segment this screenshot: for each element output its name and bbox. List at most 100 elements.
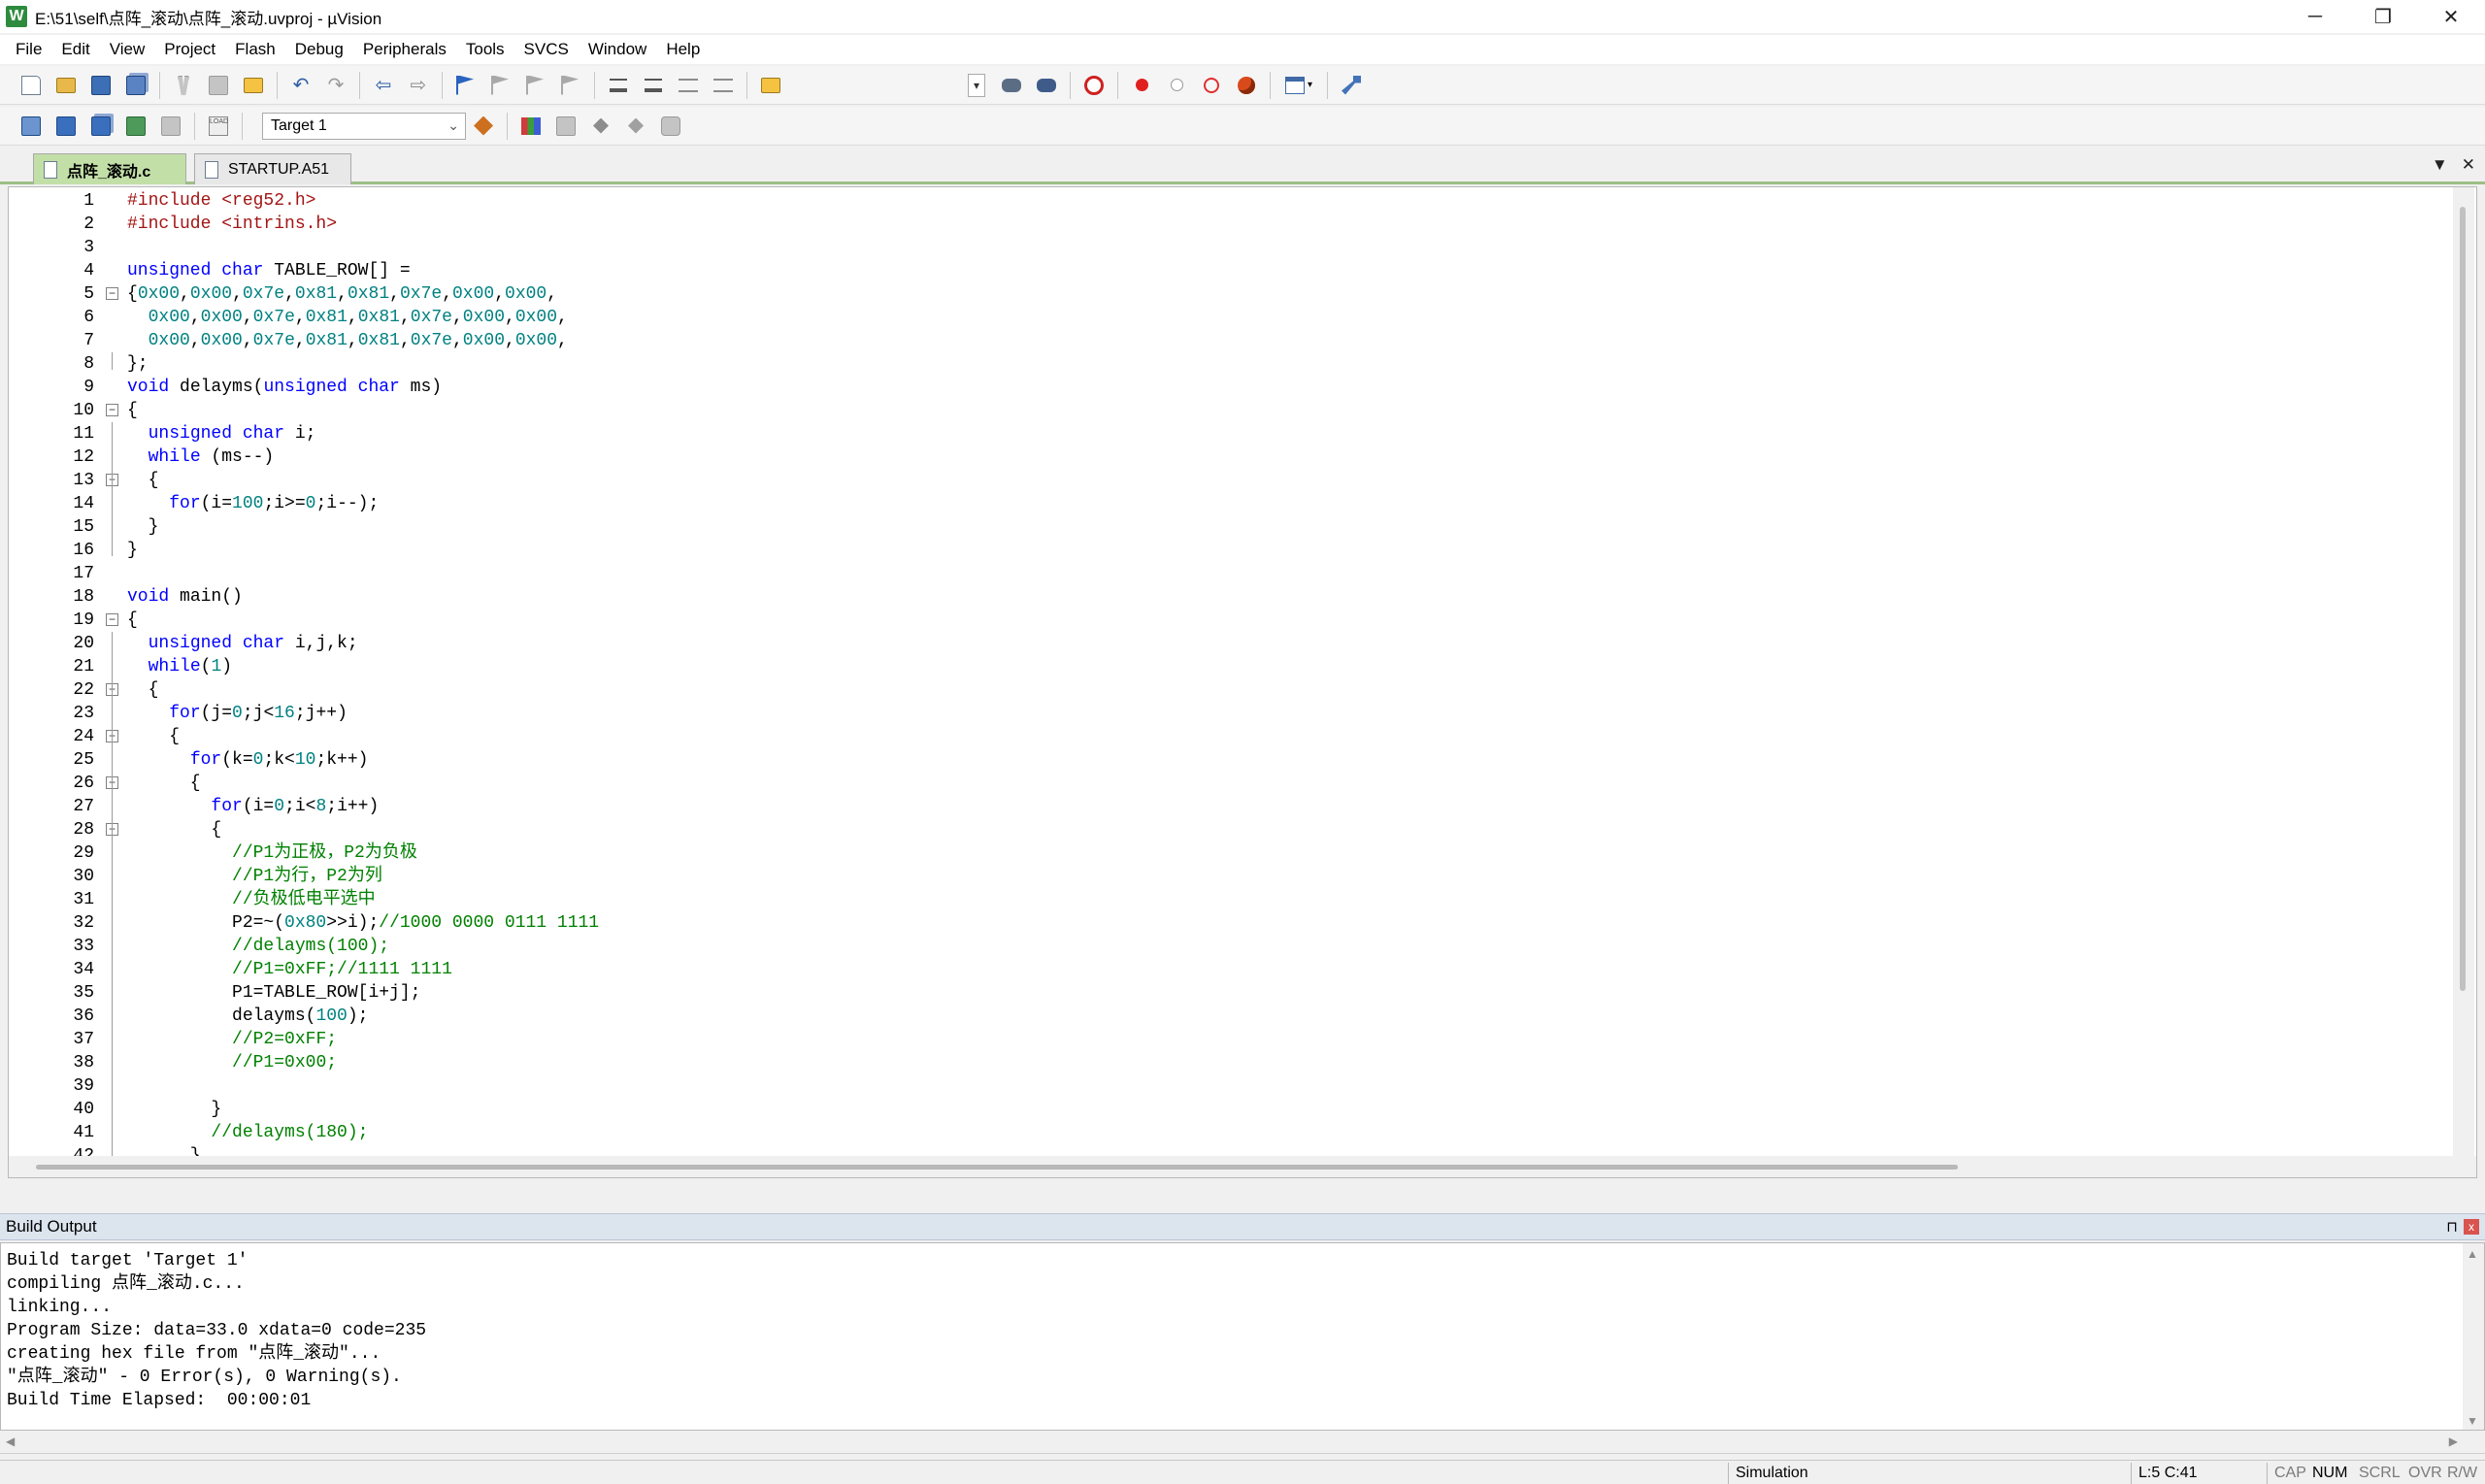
close-panel-icon[interactable]: x bbox=[2464, 1219, 2479, 1235]
minimize-button[interactable]: ─ bbox=[2281, 0, 2349, 33]
menu-view[interactable]: View bbox=[100, 35, 155, 64]
bookmark-toggle-button[interactable] bbox=[451, 71, 480, 100]
scroll-left-icon[interactable]: ◀ bbox=[6, 1435, 15, 1448]
tab-startup-a51[interactable]: STARTUP.A51 bbox=[194, 153, 351, 184]
copy-button[interactable] bbox=[204, 71, 233, 100]
menu-project[interactable]: Project bbox=[154, 35, 225, 64]
select-packs-button[interactable] bbox=[551, 112, 580, 141]
close-button[interactable]: ✕ bbox=[2417, 0, 2485, 33]
build-output-horizontal-scrollbar[interactable]: ◀ ▶ bbox=[0, 1431, 2485, 1454]
open-file-button[interactable] bbox=[51, 71, 81, 100]
paste-button[interactable] bbox=[239, 71, 268, 100]
code-token: #include <intrins.h> bbox=[127, 214, 338, 234]
cut-button[interactable] bbox=[169, 71, 198, 100]
code-token: ) bbox=[221, 657, 233, 676]
code-token: main() bbox=[169, 587, 243, 607]
code-editor[interactable]: 1 2 3 4 5 6 7 8 9 10 11 12 13 14 15 16 17 18 19 20 21 22 23 24 2… bbox=[8, 186, 2477, 1178]
start-debug-button[interactable] bbox=[1079, 71, 1109, 100]
code-token: TABLE_ROW[] = bbox=[263, 261, 411, 280]
menu-svcs[interactable]: SVCS bbox=[514, 35, 579, 64]
menu-edit[interactable]: Edit bbox=[51, 35, 99, 64]
editor-vertical-scrollbar[interactable] bbox=[2453, 187, 2474, 1177]
pack-installer-button[interactable] bbox=[656, 112, 685, 141]
stop-build-button[interactable] bbox=[156, 112, 185, 141]
menu-help[interactable]: Help bbox=[656, 35, 710, 64]
select-software-packs-button[interactable] bbox=[621, 112, 650, 141]
build-output-line: Build Time Elapsed: 00:00:01 bbox=[7, 1391, 312, 1410]
batch-build-button[interactable] bbox=[121, 112, 150, 141]
editor-horizontal-scrollbar[interactable] bbox=[9, 1156, 2476, 1177]
find-dropdown[interactable]: ▾ bbox=[962, 71, 991, 100]
line-number: 39 bbox=[73, 1076, 94, 1096]
scroll-down-icon[interactable]: ▼ bbox=[2467, 1414, 2478, 1428]
menu-file[interactable]: File bbox=[6, 35, 51, 64]
window-layout-button[interactable]: ▾ bbox=[1279, 71, 1318, 100]
incremental-find-button[interactable] bbox=[1032, 71, 1061, 100]
code-token: ;j< bbox=[242, 704, 275, 723]
manage-project-items-button[interactable] bbox=[516, 112, 546, 141]
build-output-vertical-scrollbar[interactable]: ▲ ▼ bbox=[2463, 1243, 2484, 1430]
code-token: , bbox=[451, 331, 463, 350]
navigate-forward-button[interactable]: ⇨ bbox=[404, 71, 433, 100]
code-line-text: P2=~(0x80>>i);//1000 0000 0111 1111 bbox=[127, 911, 599, 935]
new-file-button[interactable] bbox=[17, 71, 46, 100]
configure-button[interactable] bbox=[1337, 71, 1366, 100]
insert-breakpoint-button[interactable] bbox=[1127, 71, 1156, 100]
save-button[interactable] bbox=[86, 71, 116, 100]
bookmark-clear-button[interactable] bbox=[556, 71, 585, 100]
download-button[interactable]: LOAD bbox=[204, 112, 233, 141]
tab-list-dropdown-icon[interactable]: ▼ bbox=[2432, 155, 2448, 175]
menu-peripherals[interactable]: Peripherals bbox=[353, 35, 456, 64]
menu-debug[interactable]: Debug bbox=[285, 35, 353, 64]
code-token: //1000 0000 0111 1111 bbox=[379, 913, 600, 933]
redo-button[interactable]: ↷ bbox=[321, 71, 350, 100]
translate-button[interactable] bbox=[17, 112, 46, 141]
scrollbar-thumb[interactable] bbox=[36, 1165, 1958, 1170]
code-token: unsigned char bbox=[263, 378, 400, 397]
close-tab-icon[interactable]: ✕ bbox=[2462, 155, 2475, 175]
line-number: 26 bbox=[73, 774, 94, 793]
code-token: ( bbox=[200, 657, 212, 676]
disable-all-breakpoints-button[interactable] bbox=[1197, 71, 1226, 100]
toolbar-separator bbox=[1327, 71, 1328, 99]
code-token: 0x7e bbox=[242, 284, 285, 304]
uncomment-button[interactable] bbox=[709, 71, 738, 100]
restore-button[interactable]: ❐ bbox=[2349, 0, 2417, 33]
target-options-button[interactable] bbox=[469, 112, 498, 141]
status-scrl: SCRL bbox=[2359, 1465, 2401, 1481]
indent-button[interactable] bbox=[604, 71, 633, 100]
code-token: (i= bbox=[200, 494, 233, 513]
kill-all-breakpoints-button[interactable] bbox=[1232, 71, 1261, 100]
unindent-button[interactable] bbox=[639, 71, 668, 100]
pin-icon[interactable]: ⊓ bbox=[2446, 1218, 2458, 1236]
scrollbar-thumb[interactable] bbox=[2460, 207, 2466, 991]
code-text-area[interactable]: #include <reg52.h> #include <intrins.h> un… bbox=[100, 187, 2453, 1177]
undo-button[interactable]: ↶ bbox=[286, 71, 315, 100]
kill-breakpoints-icon bbox=[1238, 76, 1255, 94]
menu-tools[interactable]: Tools bbox=[456, 35, 514, 64]
find-in-files-button[interactable] bbox=[756, 71, 785, 100]
scroll-right-icon[interactable]: ▶ bbox=[2449, 1435, 2458, 1448]
bookmark-prev-button[interactable] bbox=[486, 71, 515, 100]
find-button[interactable] bbox=[997, 71, 1026, 100]
build-output-panel[interactable]: ▲ ▼ Build target 'Target 1' compiling 点阵_… bbox=[0, 1242, 2485, 1431]
tab-main-c[interactable]: 点阵_滚动.c bbox=[33, 153, 186, 184]
scroll-up-icon[interactable]: ▲ bbox=[2467, 1247, 2478, 1261]
code-line: //P1=0x00; bbox=[100, 1051, 2453, 1074]
rebuild-button[interactable] bbox=[86, 112, 116, 141]
enable-breakpoint-button[interactable] bbox=[1162, 71, 1191, 100]
line-number: 24 bbox=[73, 727, 94, 746]
build-output-title: Build Output bbox=[6, 1217, 97, 1236]
target-select[interactable]: Target 1 ⌄ bbox=[262, 112, 466, 140]
manage-rte-button[interactable] bbox=[586, 112, 615, 141]
comment-button[interactable] bbox=[674, 71, 703, 100]
build-button[interactable] bbox=[51, 112, 81, 141]
navigate-back-button[interactable]: ⇦ bbox=[369, 71, 398, 100]
save-all-button[interactable] bbox=[121, 71, 150, 100]
menu-window[interactable]: Window bbox=[579, 35, 656, 64]
menu-flash[interactable]: Flash bbox=[225, 35, 285, 64]
packs-icon bbox=[556, 115, 576, 136]
bookmark-next-button[interactable] bbox=[521, 71, 550, 100]
